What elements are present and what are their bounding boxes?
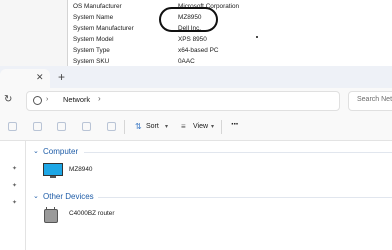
paste-icon[interactable] xyxy=(57,122,66,131)
title-bar: ✕ + xyxy=(0,66,392,88)
device-item-label[interactable]: C4000BZ router xyxy=(69,209,114,218)
address-bar-row: ↻ › Network › Search Net xyxy=(0,88,392,115)
router-icon xyxy=(44,207,58,223)
sysinfo-value: XPS 8950 xyxy=(178,36,207,43)
close-tab-icon[interactable]: ✕ xyxy=(36,71,44,83)
pin-icon[interactable]: ✦ xyxy=(12,182,17,190)
network-globe-icon xyxy=(33,96,42,105)
system-info-left-gutter xyxy=(0,0,68,66)
view-button[interactable]: View xyxy=(193,122,208,132)
other-devices-group-label[interactable]: Other Devices xyxy=(43,192,94,202)
view-icon[interactable]: ≡ xyxy=(181,122,186,132)
computer-group-label[interactable]: Computer xyxy=(43,147,78,157)
sysinfo-key: System Manufacturer xyxy=(73,25,134,32)
sort-button[interactable]: Sort xyxy=(146,122,159,132)
monitor-icon xyxy=(43,163,63,178)
sysinfo-key: System Model xyxy=(73,36,114,43)
group-divider xyxy=(84,152,392,153)
command-bar: ⇅ Sort ▾ ≡ View ▾ ··· xyxy=(0,114,392,141)
system-info-panel: OS Manufacturer Microsoft Corporation Sy… xyxy=(0,0,392,66)
rename-icon[interactable] xyxy=(82,122,91,131)
refresh-icon[interactable]: ↻ xyxy=(4,94,12,106)
cut-icon[interactable] xyxy=(8,122,17,131)
search-placeholder[interactable]: Search Net xyxy=(357,95,392,105)
navigation-pane: ✦ ✦ ✦ xyxy=(0,141,26,250)
copy-icon[interactable] xyxy=(33,122,42,131)
hand-drawn-highlight-circle xyxy=(159,7,218,32)
toolbar-divider xyxy=(124,120,125,134)
toolbar-divider xyxy=(221,120,222,134)
chevron-right-icon[interactable]: › xyxy=(46,95,48,105)
computer-item-label[interactable]: MZ8940 xyxy=(69,165,92,174)
more-options-button[interactable]: ··· xyxy=(231,119,239,131)
sysinfo-key: System Type xyxy=(73,47,110,54)
breadcrumb-chevron-icon[interactable]: › xyxy=(98,94,101,104)
pin-icon[interactable]: ✦ xyxy=(12,199,17,207)
other-devices-group-chevron-icon[interactable]: ⌄ xyxy=(33,192,39,202)
sysinfo-key: OS Manufacturer xyxy=(73,3,122,10)
new-tab-button[interactable]: + xyxy=(58,70,65,84)
group-divider xyxy=(98,197,392,198)
stray-dot xyxy=(256,36,258,38)
view-chevron-down-icon[interactable]: ▾ xyxy=(211,122,214,132)
sysinfo-key: System Name xyxy=(73,14,114,21)
delete-icon[interactable] xyxy=(107,122,116,131)
sysinfo-value: x64-based PC xyxy=(178,47,219,54)
sort-chevron-down-icon[interactable]: ▾ xyxy=(165,122,168,132)
computer-group-chevron-icon[interactable]: ⌄ xyxy=(33,147,39,157)
pin-icon[interactable]: ✦ xyxy=(12,165,17,173)
breadcrumb-network[interactable]: Network xyxy=(63,95,90,105)
sort-icon[interactable]: ⇅ xyxy=(135,122,142,132)
file-explorer-window: ✕ + ↻ › Network › Search Net ⇅ Sort ▾ ≡ … xyxy=(0,66,392,250)
